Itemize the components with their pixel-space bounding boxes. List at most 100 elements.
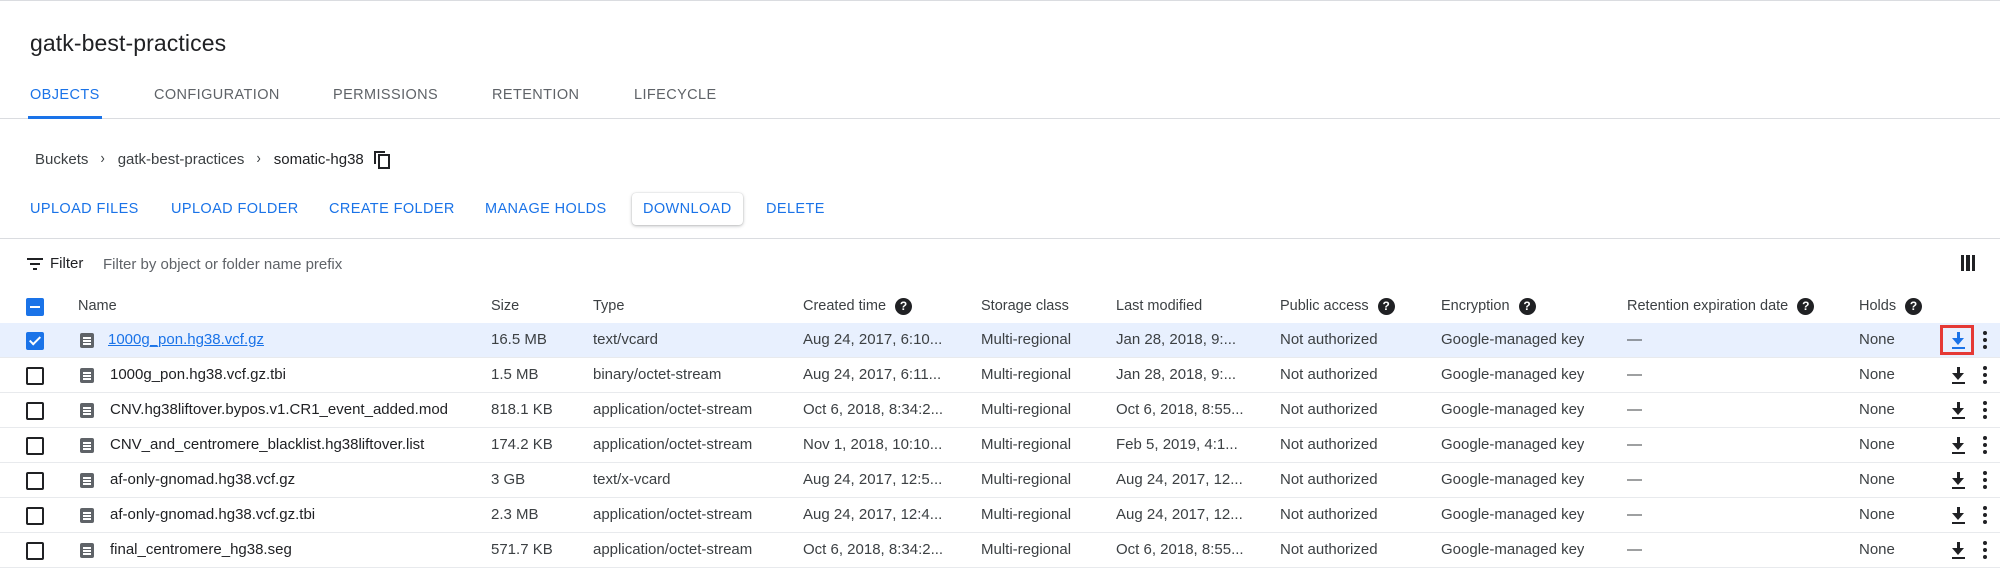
file-icon: [80, 403, 94, 418]
row-checkbox[interactable]: [26, 367, 44, 385]
select-all-checkbox[interactable]: [26, 298, 44, 316]
object-name-link[interactable]: 1000g_pon.hg38.vcf.gz.tbi: [110, 358, 480, 392]
column-header-holds[interactable]: Holds?: [1859, 289, 1923, 323]
filter-list-icon[interactable]: [27, 258, 43, 270]
table-row[interactable]: af-only-gnomad.hg38.vcf.gz.tbi 2.3 MB ap…: [0, 498, 2000, 533]
object-last-modified: Jan 28, 2018, 9:...: [1116, 331, 1237, 348]
download-icon[interactable]: [1947, 329, 1971, 351]
download-icon[interactable]: [1947, 434, 1971, 456]
column-header-created[interactable]: Created time?: [803, 289, 913, 323]
download-icon[interactable]: [1947, 399, 1971, 421]
object-size: 2.3 MB: [491, 506, 539, 523]
download-button[interactable]: DOWNLOAD: [632, 193, 743, 225]
table-row[interactable]: 1000g_pon.hg38.vcf.gz.tbi 1.5 MB binary/…: [0, 358, 2000, 393]
object-created: Oct 6, 2018, 8:34:2...: [803, 401, 944, 418]
create-folder-button[interactable]: CREATE FOLDER: [329, 193, 455, 225]
help-icon[interactable]: ?: [895, 297, 913, 315]
upload-folder-button[interactable]: UPLOAD FOLDER: [171, 193, 299, 225]
more-vert-icon[interactable]: [1982, 331, 1988, 349]
table-row[interactable]: 1000g_pon.hg38.vcf.gz 16.5 MB text/vcard…: [0, 323, 2000, 358]
tab-permissions[interactable]: PERMISSIONS: [333, 78, 438, 118]
row-checkbox[interactable]: [26, 507, 44, 525]
object-size: 571.7 KB: [491, 541, 553, 558]
table-row[interactable]: final_centromere_hg38.seg 571.7 KB appli…: [0, 533, 2000, 568]
download-icon[interactable]: [1947, 504, 1971, 526]
object-retention: —: [1627, 401, 1642, 418]
object-size: 818.1 KB: [491, 401, 553, 418]
table-row[interactable]: CNV.hg38liftover.bypos.v1.CR1_event_adde…: [0, 393, 2000, 428]
more-vert-icon[interactable]: [1982, 366, 1988, 384]
object-name-link[interactable]: final_centromere_hg38.seg: [110, 533, 480, 567]
table-header-row: Name Size Type Created time? Storage cla…: [0, 289, 2000, 324]
help-icon[interactable]: ?: [1518, 297, 1536, 315]
object-created: Aug 24, 2017, 6:11...: [803, 366, 942, 383]
object-last-modified: Aug 24, 2017, 12...: [1116, 471, 1243, 488]
delete-button[interactable]: DELETE: [766, 193, 825, 225]
row-checkbox[interactable]: [26, 472, 44, 490]
object-type: binary/octet-stream: [593, 366, 722, 383]
tab-lifecycle[interactable]: LIFECYCLE: [634, 78, 717, 118]
object-created: Aug 24, 2017, 12:5...: [803, 471, 943, 488]
chevron-right-icon: ›: [100, 150, 106, 167]
object-name-link[interactable]: af-only-gnomad.hg38.vcf.gz: [110, 463, 480, 497]
tab-objects[interactable]: OBJECTS: [28, 78, 102, 119]
object-name-link[interactable]: CNV_and_centromere_blacklist.hg38liftove…: [110, 428, 480, 462]
breadcrumb-bucket[interactable]: gatk-best-practices: [118, 151, 245, 168]
object-encryption: Google-managed key: [1441, 436, 1585, 453]
object-last-modified: Oct 6, 2018, 8:55...: [1116, 541, 1244, 558]
help-icon[interactable]: ?: [1377, 297, 1395, 315]
breadcrumb-buckets[interactable]: Buckets: [35, 151, 88, 168]
object-public-access: Not authorized: [1280, 436, 1378, 453]
file-icon: [80, 508, 94, 523]
column-header-name[interactable]: Name: [78, 289, 117, 323]
more-vert-icon[interactable]: [1982, 436, 1988, 454]
object-type: application/octet-stream: [593, 436, 753, 453]
more-vert-icon[interactable]: [1982, 471, 1988, 489]
object-name-link[interactable]: 1000g_pon.hg38.vcf.gz: [108, 323, 478, 357]
column-header-last-modified[interactable]: Last modified: [1116, 289, 1202, 323]
object-storage-class: Multi-regional: [981, 366, 1072, 383]
row-checkbox[interactable]: [26, 437, 44, 455]
object-retention: —: [1627, 471, 1642, 488]
column-header-retention[interactable]: Retention expiration date?: [1627, 289, 1815, 323]
column-header-public-access[interactable]: Public access?: [1280, 289, 1395, 323]
file-icon: [80, 438, 94, 453]
object-encryption: Google-managed key: [1441, 366, 1585, 383]
more-vert-icon[interactable]: [1982, 506, 1988, 524]
download-icon[interactable]: [1947, 364, 1971, 386]
download-icon[interactable]: [1947, 539, 1971, 561]
object-storage-class: Multi-regional: [981, 401, 1072, 418]
more-vert-icon[interactable]: [1982, 541, 1988, 559]
file-icon: [80, 333, 94, 348]
manage-holds-button[interactable]: MANAGE HOLDS: [485, 193, 607, 225]
object-name-link[interactable]: CNV.hg38liftover.bypos.v1.CR1_event_adde…: [110, 393, 455, 427]
row-checkbox[interactable]: [26, 402, 44, 420]
tab-bar: OBJECTS CONFIGURATION PERMISSIONS RETENT…: [0, 78, 2000, 119]
download-icon[interactable]: [1947, 469, 1971, 491]
copy-icon[interactable]: [373, 151, 390, 169]
filter-label: Filter: [50, 255, 84, 272]
row-checkbox[interactable]: [26, 332, 44, 350]
row-checkbox[interactable]: [26, 542, 44, 560]
object-encryption: Google-managed key: [1441, 541, 1585, 558]
table-row[interactable]: CNV_and_centromere_blacklist.hg38liftove…: [0, 428, 2000, 463]
object-size: 174.2 KB: [491, 436, 553, 453]
chevron-right-icon: ›: [256, 150, 262, 167]
object-encryption: Google-managed key: [1441, 506, 1585, 523]
help-icon[interactable]: ?: [1905, 297, 1923, 315]
column-header-storage-class[interactable]: Storage class: [981, 289, 1069, 323]
object-last-modified: Jan 28, 2018, 9:...: [1116, 366, 1237, 383]
more-vert-icon[interactable]: [1982, 401, 1988, 419]
tab-configuration[interactable]: CONFIGURATION: [154, 78, 280, 118]
upload-files-button[interactable]: UPLOAD FILES: [30, 193, 139, 225]
help-icon[interactable]: ?: [1797, 297, 1815, 315]
tab-retention[interactable]: RETENTION: [492, 78, 579, 118]
column-header-size[interactable]: Size: [491, 289, 519, 323]
table-row[interactable]: af-only-gnomad.hg38.vcf.gz 3 GB text/x-v…: [0, 463, 2000, 498]
object-created: Aug 24, 2017, 6:10...: [803, 331, 943, 348]
view-column-icon[interactable]: [1961, 255, 1975, 271]
filter-input[interactable]: [101, 251, 1005, 277]
column-header-encryption[interactable]: Encryption?: [1441, 289, 1536, 323]
column-header-type[interactable]: Type: [593, 289, 624, 323]
object-name-link[interactable]: af-only-gnomad.hg38.vcf.gz.tbi: [110, 498, 480, 532]
